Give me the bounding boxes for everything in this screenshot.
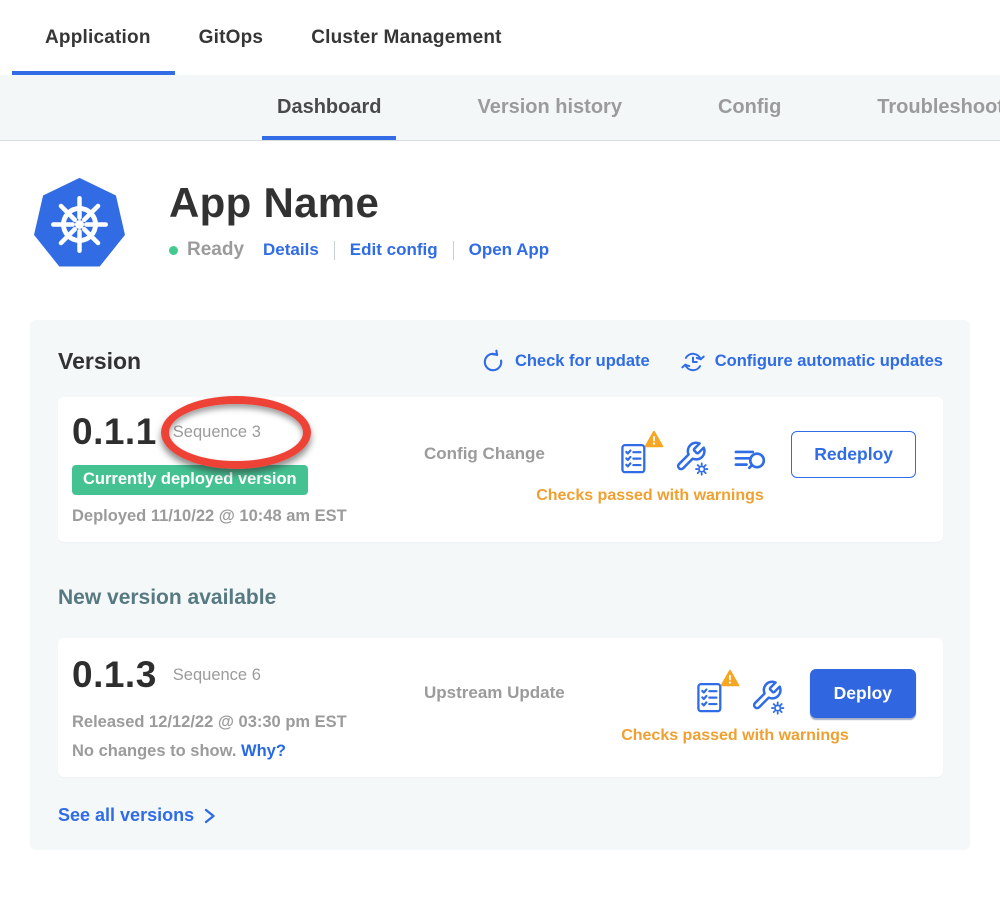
config-wrench-icon[interactable] xyxy=(750,671,790,715)
subnav-tab-label: Troubleshoot xyxy=(877,96,1000,119)
divider xyxy=(334,241,335,260)
refresh-icon xyxy=(480,349,506,375)
sequence-label: Sequence 6 xyxy=(173,666,261,685)
current-version-actions: Config Change xyxy=(424,409,916,526)
top-nav: Application GitOps Cluster Management xyxy=(0,0,1000,75)
version-row: 0.1.1 Sequence 3 xyxy=(72,409,424,455)
sequence-label: Sequence 3 xyxy=(173,423,261,442)
kubernetes-logo-icon xyxy=(28,173,131,276)
chevron-right-icon xyxy=(203,808,216,824)
version-source-label: Upstream Update xyxy=(424,683,565,703)
details-link[interactable]: Details xyxy=(263,240,319,260)
app-status-row: Ready Details Edit config Open App xyxy=(169,239,549,261)
currently-deployed-badge: Currently deployed version xyxy=(72,465,308,495)
action-row: Config Change xyxy=(424,431,916,478)
current-version-card: 0.1.1 Sequence 3 Currently deployed vers… xyxy=(58,397,943,542)
new-version-heading: New version available xyxy=(58,586,943,610)
status-badge: Ready xyxy=(187,239,244,261)
see-all-versions-link[interactable]: See all versions xyxy=(58,805,216,826)
configure-automatic-updates-link[interactable]: Configure automatic updates xyxy=(680,349,943,375)
open-app-link[interactable]: Open App xyxy=(469,240,550,260)
version-number: 0.1.3 xyxy=(72,654,157,696)
subnav-tab-troubleshoot[interactable]: Troubleshoot xyxy=(877,75,1000,140)
divider xyxy=(453,241,454,260)
version-source-label: Config Change xyxy=(424,444,545,464)
version-icon-group xyxy=(617,432,771,476)
version-actions: Check for update Configure automatic upd… xyxy=(480,349,943,375)
subnav-tab-version-history[interactable]: Version history xyxy=(477,75,622,140)
deployed-timestamp: Deployed 11/10/22 @ 10:48 am EST xyxy=(72,507,424,526)
current-version-info: 0.1.1 Sequence 3 Currently deployed vers… xyxy=(72,409,424,526)
preflight-checks-icon[interactable] xyxy=(617,432,657,476)
version-title: Version xyxy=(58,348,141,375)
subnav-tab-dashboard[interactable]: Dashboard xyxy=(277,75,381,140)
why-link[interactable]: Why? xyxy=(241,742,286,760)
version-row: 0.1.3 Sequence 6 xyxy=(72,652,424,698)
check-for-update-link[interactable]: Check for update xyxy=(480,349,650,375)
schedule-update-icon xyxy=(680,349,706,375)
nav-tab-label: Cluster Management xyxy=(311,27,501,49)
warning-triangle-icon xyxy=(644,430,664,448)
status-dot-icon xyxy=(169,246,178,255)
view-files-icon[interactable] xyxy=(731,432,771,476)
version-panel-header: Version Check for update xyxy=(58,348,943,375)
nav-tab-application[interactable]: Application xyxy=(45,0,151,75)
subnav-tab-label: Config xyxy=(718,96,781,119)
config-wrench-icon[interactable] xyxy=(674,432,714,476)
see-all-versions-label: See all versions xyxy=(58,805,194,826)
released-timestamp: Released 12/12/22 @ 03:30 pm EST xyxy=(72,713,424,732)
sub-nav: Dashboard Version history Config Trouble… xyxy=(0,75,1000,141)
admin-console-page: Application GitOps Cluster Management Da… xyxy=(0,0,1000,898)
nav-tab-cluster-management[interactable]: Cluster Management xyxy=(311,0,501,75)
subnav-tab-label: Dashboard xyxy=(277,96,381,119)
version-number: 0.1.1 xyxy=(72,411,157,453)
preflight-status-text: Checks passed with warnings xyxy=(404,487,896,505)
available-version-actions: Upstream Update xyxy=(424,652,916,761)
available-version-card: 0.1.3 Sequence 6 Released 12/12/22 @ 03:… xyxy=(58,638,943,777)
configure-automatic-updates-label: Configure automatic updates xyxy=(715,352,943,371)
subnav-tab-config[interactable]: Config xyxy=(718,75,781,140)
version-icon-group xyxy=(693,671,790,715)
app-header-text: App Name Ready Details Edit config Open … xyxy=(169,173,549,276)
check-for-update-label: Check for update xyxy=(515,352,650,371)
subnav-tab-label: Version history xyxy=(477,96,622,119)
app-header: App Name Ready Details Edit config Open … xyxy=(0,141,1000,276)
no-changes-text: No changes to show. xyxy=(72,742,236,760)
version-panel: Version Check for update xyxy=(30,320,970,850)
nav-tab-label: Application xyxy=(45,27,151,49)
preflight-status-text: Checks passed with warnings xyxy=(489,727,981,745)
available-version-info: 0.1.3 Sequence 6 Released 12/12/22 @ 03:… xyxy=(72,652,424,761)
preflight-checks-icon[interactable] xyxy=(693,671,733,715)
action-row: Upstream Update xyxy=(424,669,916,718)
redeploy-button[interactable]: Redeploy xyxy=(791,431,916,478)
deploy-button[interactable]: Deploy xyxy=(810,669,916,718)
nav-tab-gitops[interactable]: GitOps xyxy=(199,0,264,75)
edit-config-link[interactable]: Edit config xyxy=(350,240,438,260)
no-changes-row: No changes to show. Why? xyxy=(72,742,424,761)
nav-tab-label: GitOps xyxy=(199,27,264,49)
warning-triangle-icon xyxy=(720,669,740,687)
page-title: App Name xyxy=(169,179,549,227)
